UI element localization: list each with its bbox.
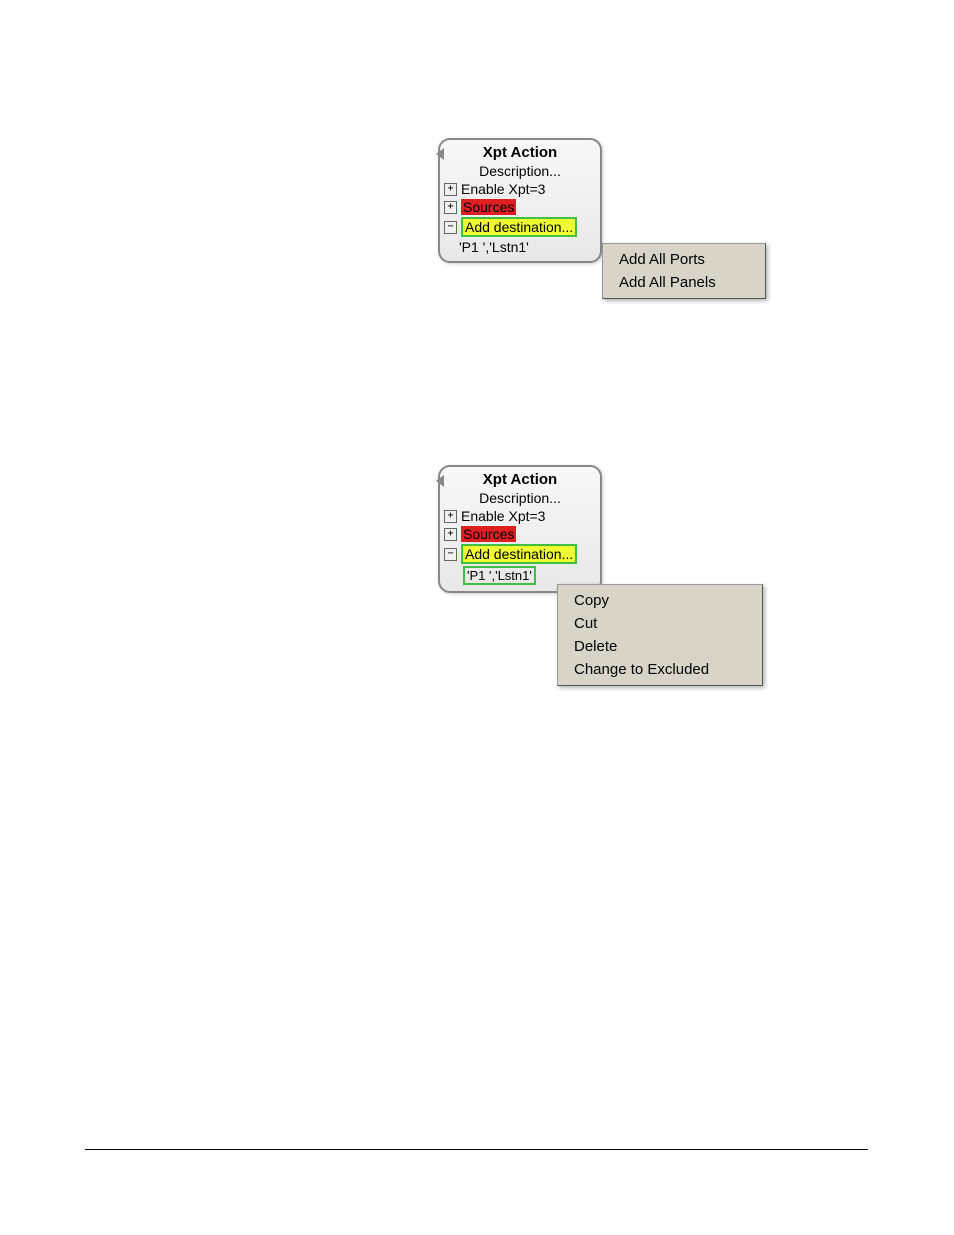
leaf-row[interactable]: 'P1 ','Lstn1' <box>440 239 600 261</box>
context-menu-add: Add All Ports Add All Panels <box>602 243 766 299</box>
plus-icon[interactable]: + <box>444 528 457 541</box>
sources-row[interactable]: + Sources <box>440 199 600 217</box>
plus-icon[interactable]: + <box>444 183 457 196</box>
menu-item-delete[interactable]: Delete <box>560 635 760 658</box>
sources-label: Sources <box>461 199 516 215</box>
add-destination-label: Add destination... <box>461 217 577 237</box>
enable-label: Enable Xpt=3 <box>461 508 545 524</box>
leaf-label: 'P1 ','Lstn1' <box>463 566 536 585</box>
leaf-label: 'P1 ','Lstn1' <box>459 239 529 255</box>
minus-icon[interactable]: − <box>444 548 457 561</box>
menu-item-cut[interactable]: Cut <box>560 612 760 635</box>
panel-title: Xpt Action <box>440 467 600 490</box>
sources-label: Sources <box>461 526 516 542</box>
menu-item-add-all-ports[interactable]: Add All Ports <box>605 248 763 271</box>
xpt-action-panel-2: Xpt Action Description... + Enable Xpt=3… <box>438 465 602 593</box>
xpt-action-panel-1: Xpt Action Description... + Enable Xpt=3… <box>438 138 602 263</box>
plus-icon[interactable]: + <box>444 201 457 214</box>
menu-item-change-to-excluded[interactable]: Change to Excluded <box>560 658 760 681</box>
plus-icon[interactable]: + <box>444 510 457 523</box>
menu-item-copy[interactable]: Copy <box>560 589 760 612</box>
add-destination-row[interactable]: − Add destination... <box>440 217 600 239</box>
enable-row[interactable]: + Enable Xpt=3 <box>440 508 600 526</box>
add-destination-row[interactable]: − Add destination... <box>440 544 600 566</box>
divider-line <box>85 1149 868 1150</box>
sources-row[interactable]: + Sources <box>440 526 600 544</box>
add-destination-label: Add destination... <box>461 544 577 564</box>
description-row[interactable]: Description... <box>440 490 600 508</box>
panel-title: Xpt Action <box>440 140 600 163</box>
menu-item-add-all-panels[interactable]: Add All Panels <box>605 271 763 294</box>
minus-icon[interactable]: − <box>444 221 457 234</box>
context-menu-edit: Copy Cut Delete Change to Excluded <box>557 584 763 686</box>
description-row[interactable]: Description... <box>440 163 600 181</box>
enable-label: Enable Xpt=3 <box>461 181 545 197</box>
enable-row[interactable]: + Enable Xpt=3 <box>440 181 600 199</box>
